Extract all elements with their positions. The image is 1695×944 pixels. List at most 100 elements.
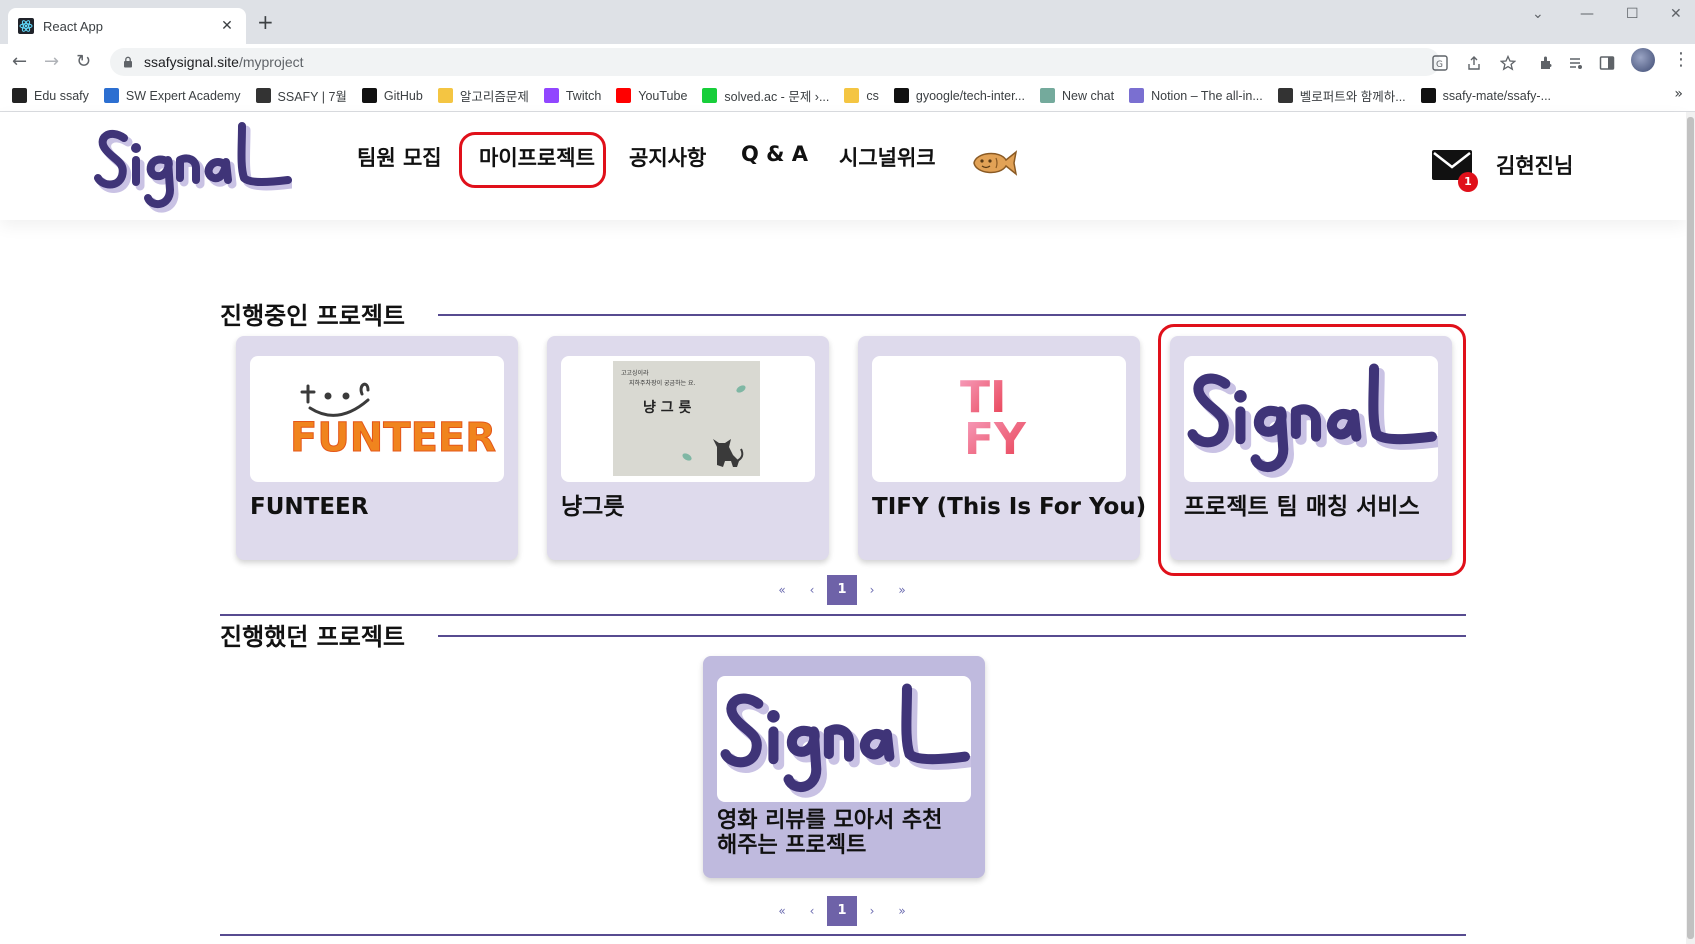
- bookmark-item[interactable]: Notion – The all-in...: [1129, 88, 1263, 103]
- bookmarks-bar: Edu ssafy SW Expert Academy SSAFY | 7월 GitH…: [0, 80, 1695, 112]
- last-page-button[interactable]: »: [887, 575, 917, 605]
- reload-icon[interactable]: ↻: [76, 52, 91, 72]
- card-highlight-outline: [1158, 324, 1466, 576]
- bookmark-item[interactable]: YouTube: [616, 88, 687, 103]
- funteer-wordmark: FUNTEER: [290, 415, 496, 461]
- project-card-title: TIFY (This Is For You): [872, 494, 1147, 520]
- new-tab-button[interactable]: +: [257, 12, 274, 32]
- bookmark-label: Notion – The all-in...: [1151, 88, 1263, 103]
- page-button-current[interactable]: 1: [827, 575, 857, 605]
- project-thumbnail: [717, 676, 971, 802]
- first-page-button[interactable]: «: [767, 575, 797, 605]
- address-bar[interactable]: ssafysignal.site/myproject: [110, 48, 1440, 76]
- bookmark-label: SSAFY | 7월: [277, 90, 347, 104]
- bookmark-item[interactable]: ssafy-mate/ssafy-...: [1420, 88, 1551, 103]
- side-panel-icon[interactable]: [1599, 55, 1615, 71]
- bookmark-label: YouTube: [638, 88, 688, 103]
- funteer-logo: FUNTEER: [290, 382, 497, 462]
- bookmark-label: gyoogle/tech-inter...: [915, 88, 1025, 103]
- bookmark-item[interactable]: New chat: [1040, 88, 1114, 103]
- close-tab-icon[interactable]: ✕: [218, 18, 236, 34]
- bookmark-item[interactable]: 벨로퍼트와 함께하...: [1277, 86, 1406, 105]
- ongoing-section-title: 진행중인 프로젝트: [220, 302, 405, 330]
- bookmark-favicon-icon: [1420, 88, 1436, 103]
- bookmark-item[interactable]: cs: [844, 88, 879, 103]
- bookmark-label: GitHub: [383, 88, 423, 103]
- section-separator: [220, 934, 1466, 936]
- bookmark-favicon-icon: [702, 88, 718, 103]
- user-name[interactable]: 김현진님: [1496, 150, 1573, 180]
- bookmark-item[interactable]: Edu ssafy: [12, 88, 89, 103]
- next-page-button[interactable]: ›: [857, 575, 887, 605]
- bookmark-item[interactable]: 알고리즘문제: [437, 86, 529, 105]
- signal-logo[interactable]: [92, 116, 292, 216]
- scrollbar-thumb[interactable]: [1687, 117, 1694, 939]
- browser-tab[interactable]: React App ✕: [8, 8, 246, 44]
- project-card-nyang[interactable]: 고고싱이라 지하주차장이 궁금하는 요. 냥 그 릇 냥그릇: [547, 336, 829, 560]
- bookmark-item[interactable]: SSAFY | 7월: [255, 86, 347, 105]
- url-path: /myproject: [238, 54, 304, 70]
- bookmark-label: Edu ssafy: [34, 88, 89, 103]
- bookmark-label: 벨로퍼트와 함께하...: [1299, 90, 1406, 104]
- tify-logo: TI FY: [960, 372, 1027, 465]
- next-page-button[interactable]: ›: [857, 896, 887, 926]
- back-arrow-icon[interactable]: ←: [12, 52, 27, 72]
- fish-bread-icon[interactable]: [970, 148, 1020, 178]
- project-card-funteer[interactable]: FUNTEER FUNTEER: [236, 336, 518, 560]
- page-scrollbar[interactable]: [1686, 112, 1695, 944]
- svg-text:G: G: [1436, 60, 1443, 70]
- maximize-icon[interactable]: ☐: [1626, 6, 1639, 22]
- bookmark-star-icon[interactable]: [1500, 55, 1516, 71]
- bookmark-item[interactable]: solved.ac - 문제 ›...: [702, 86, 829, 105]
- bookmark-label: cs: [866, 88, 879, 103]
- page-button-current[interactable]: 1: [827, 896, 857, 926]
- past-pagination: « ‹ 1 › »: [767, 896, 917, 926]
- bookmark-favicon-icon: [103, 88, 119, 103]
- url-text: ssafysignal.site/myproject: [144, 54, 304, 70]
- project-thumbnail: FUNTEER: [250, 356, 504, 482]
- bookmark-favicon-icon: [893, 88, 909, 103]
- browser-tab-strip: React App ✕ + ⌄ — ☐ ✕: [0, 0, 1695, 44]
- share-icon[interactable]: [1466, 55, 1482, 71]
- page-content: 팀원 모집 마이프로젝트 공지사항 Q & A 시그널위크 1 김현진님 진행중…: [0, 112, 1695, 944]
- project-thumbnail: TI FY: [872, 356, 1126, 482]
- lock-icon: [124, 56, 132, 68]
- translate-icon[interactable]: G: [1432, 55, 1448, 71]
- browser-menu-icon[interactable]: ⋮: [1672, 50, 1690, 70]
- url-domain: ssafysignal.site: [144, 54, 239, 70]
- bookmark-favicon-icon: [1040, 88, 1055, 103]
- last-page-button[interactable]: »: [887, 896, 917, 926]
- minimize-icon[interactable]: —: [1580, 6, 1594, 22]
- project-card-tify[interactable]: TI FY TIFY (This Is For You): [858, 336, 1147, 560]
- project-card-movie-review[interactable]: 영화 리뷰를 모아서 추천해주는 프로젝트: [703, 656, 985, 878]
- extensions-icon[interactable]: [1538, 55, 1554, 71]
- bookmark-item[interactable]: Twitch: [543, 88, 602, 103]
- media-queue-icon[interactable]: [1568, 55, 1584, 71]
- bookmark-item[interactable]: SW Expert Academy: [103, 88, 241, 103]
- tab-title: React App: [43, 18, 103, 34]
- bookmark-favicon-icon: [844, 88, 860, 103]
- nav-signal-week[interactable]: 시그널위크: [839, 142, 936, 172]
- bookmark-favicon-icon: [361, 88, 377, 103]
- first-page-button[interactable]: «: [767, 896, 797, 926]
- tab-search-icon[interactable]: ⌄: [1532, 6, 1544, 22]
- prev-page-button[interactable]: ‹: [797, 896, 827, 926]
- nyang-thumbnail-image: 고고싱이라 지하주차장이 궁금하는 요. 냥 그 릇: [613, 361, 760, 476]
- bookmark-label: Twitch: [565, 88, 602, 103]
- nav-recruit[interactable]: 팀원 모집: [357, 142, 442, 172]
- bookmark-item[interactable]: GitHub: [361, 88, 423, 103]
- bookmark-label: New chat: [1062, 88, 1115, 103]
- profile-avatar[interactable]: [1631, 48, 1655, 72]
- project-card-title: 냥그릇: [561, 494, 625, 520]
- bookmarks-overflow-icon[interactable]: »: [1674, 86, 1683, 102]
- nav-notice[interactable]: 공지사항: [629, 142, 706, 172]
- bookmark-favicon-icon: [1129, 88, 1145, 103]
- past-section-divider: [438, 635, 1466, 637]
- bookmark-favicon-icon: [12, 88, 27, 103]
- nav-qna[interactable]: Q & A: [741, 142, 808, 166]
- tify-wordmark-bottom: FY: [964, 414, 1027, 465]
- forward-arrow-icon[interactable]: →: [44, 52, 59, 72]
- close-window-icon[interactable]: ✕: [1670, 6, 1682, 22]
- bookmark-item[interactable]: gyoogle/tech-inter...: [893, 88, 1025, 103]
- prev-page-button[interactable]: ‹: [797, 575, 827, 605]
